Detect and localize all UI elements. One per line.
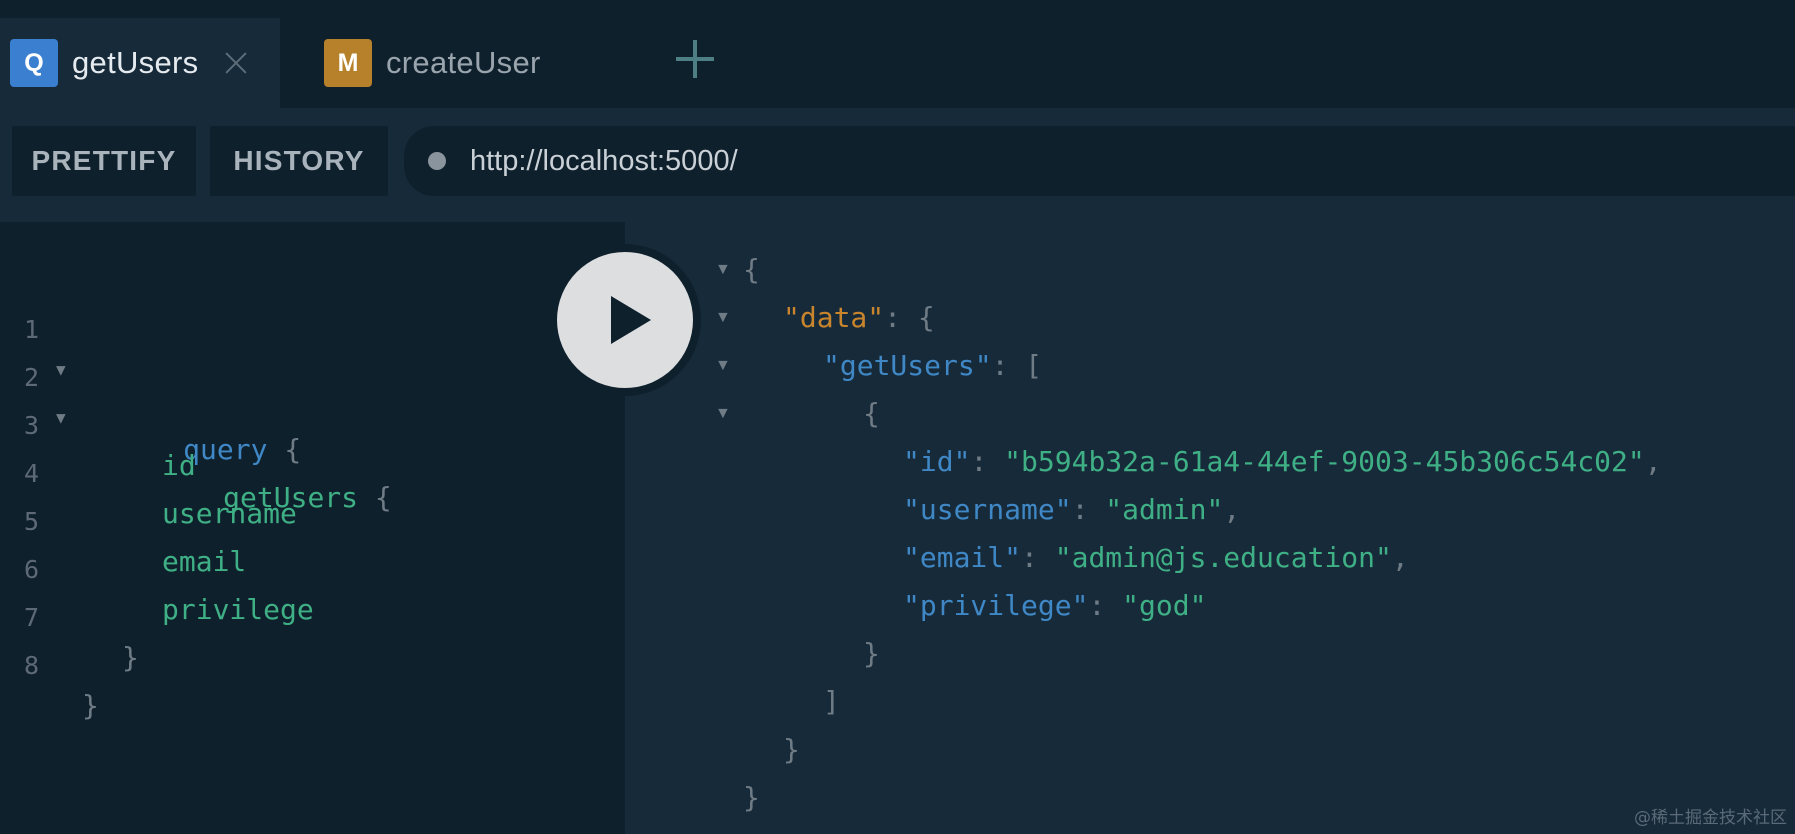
fold-arrow-icon[interactable]: ▼ xyxy=(715,298,731,338)
json-key: "data" xyxy=(783,301,885,334)
json-key: "email" xyxy=(903,541,1022,574)
fold-arrow-icon[interactable]: ▼ xyxy=(715,394,731,434)
json-colon: : xyxy=(884,301,902,334)
json-brace: } xyxy=(863,637,880,670)
tab-bar: Q getUsers M createUser xyxy=(0,0,1795,108)
prettify-button[interactable]: PRETTIFY xyxy=(12,126,196,196)
status-dot-icon xyxy=(428,152,446,170)
tab-label: createUser xyxy=(386,45,541,80)
tab-createuser[interactable]: M createUser xyxy=(280,18,660,108)
execute-query-button[interactable] xyxy=(549,244,701,396)
json-value: "b594b32a-61a4-44ef-9003-45b306c54c02" xyxy=(1004,445,1645,478)
code-line: 3 id xyxy=(0,366,196,482)
fold-arrow-icon[interactable]: ▼ xyxy=(715,250,731,290)
field-name: id xyxy=(162,449,196,482)
json-value: "god" xyxy=(1122,589,1207,622)
field-name: email xyxy=(162,545,247,578)
json-brace: } xyxy=(743,781,760,814)
json-bracket: ] xyxy=(823,685,840,718)
json-field-email: "email": "admin@js.education", xyxy=(903,538,1409,578)
play-icon xyxy=(557,252,693,388)
brace: } xyxy=(82,689,99,722)
json-key: "id" xyxy=(903,445,971,478)
json-brace: } xyxy=(783,733,800,766)
watermark: @稀土掘金技术社区 xyxy=(1634,808,1787,828)
json-key: "getUsers" xyxy=(823,349,992,382)
json-comma: , xyxy=(1391,541,1409,574)
json-brace: { xyxy=(863,397,880,430)
json-key: "privilege" xyxy=(903,589,1089,622)
endpoint-url-text: http://localhost:5000/ xyxy=(470,144,738,177)
query-editor[interactable]: 1 ▼ query { 2 ▼ getUsers { 3 id 4 userna… xyxy=(0,222,625,834)
query-badge-icon: Q xyxy=(10,39,58,87)
brace: { xyxy=(374,481,392,514)
json-colon: : xyxy=(970,445,988,478)
json-field-id: "id": "b594b32a-61a4-44ef-9003-45b306c54… xyxy=(903,442,1662,482)
json-field-username: "username": "admin", xyxy=(903,490,1240,530)
json-value: "admin" xyxy=(1105,493,1224,526)
json-line: "data": { xyxy=(783,298,935,338)
plus-icon[interactable] xyxy=(674,38,716,80)
json-key: "username" xyxy=(903,493,1072,526)
json-comma: , xyxy=(1644,445,1662,478)
code-line: 7 } xyxy=(0,558,139,674)
history-button[interactable]: HISTORY xyxy=(210,126,388,196)
code-line: 1 ▼ query { xyxy=(0,270,301,466)
code-line: 4 username xyxy=(0,414,297,530)
json-line: "getUsers": [ xyxy=(823,346,1042,386)
json-brace: { xyxy=(743,253,760,286)
code-line: 8 } xyxy=(0,606,99,722)
json-value: "admin@js.education" xyxy=(1054,541,1392,574)
field-name: privilege xyxy=(162,593,314,626)
endpoint-url-input[interactable]: http://localhost:5000/ xyxy=(404,126,1795,196)
json-comma: , xyxy=(1223,493,1241,526)
json-colon: : xyxy=(991,349,1009,382)
toolbar: PRETTIFY HISTORY http://localhost:5000/ xyxy=(0,108,1795,208)
json-colon: : xyxy=(1021,541,1038,574)
field-name: username xyxy=(162,497,297,530)
code-line: 5 email xyxy=(0,462,246,578)
code-line: 6 privilege xyxy=(0,510,314,626)
json-brace: { xyxy=(917,301,935,334)
json-colon: : xyxy=(1071,493,1089,526)
close-icon[interactable] xyxy=(222,49,250,77)
tab-label: getUsers xyxy=(72,45,199,80)
json-colon: : xyxy=(1088,589,1106,622)
code-line: 2 ▼ getUsers { xyxy=(0,318,392,514)
tab-getusers[interactable]: Q getUsers xyxy=(0,18,280,108)
fold-arrow-icon[interactable]: ▼ xyxy=(715,346,731,386)
result-panel: ▼ { ▼ "data": { ▼ "getUsers": [ ▼ { "id"… xyxy=(625,222,1795,834)
json-bracket: [ xyxy=(1025,349,1043,382)
brace: } xyxy=(122,641,139,674)
mutation-badge-icon: M xyxy=(324,39,372,87)
line-number: 8 xyxy=(24,651,40,680)
json-field-privilege: "privilege": "god" xyxy=(903,586,1206,626)
